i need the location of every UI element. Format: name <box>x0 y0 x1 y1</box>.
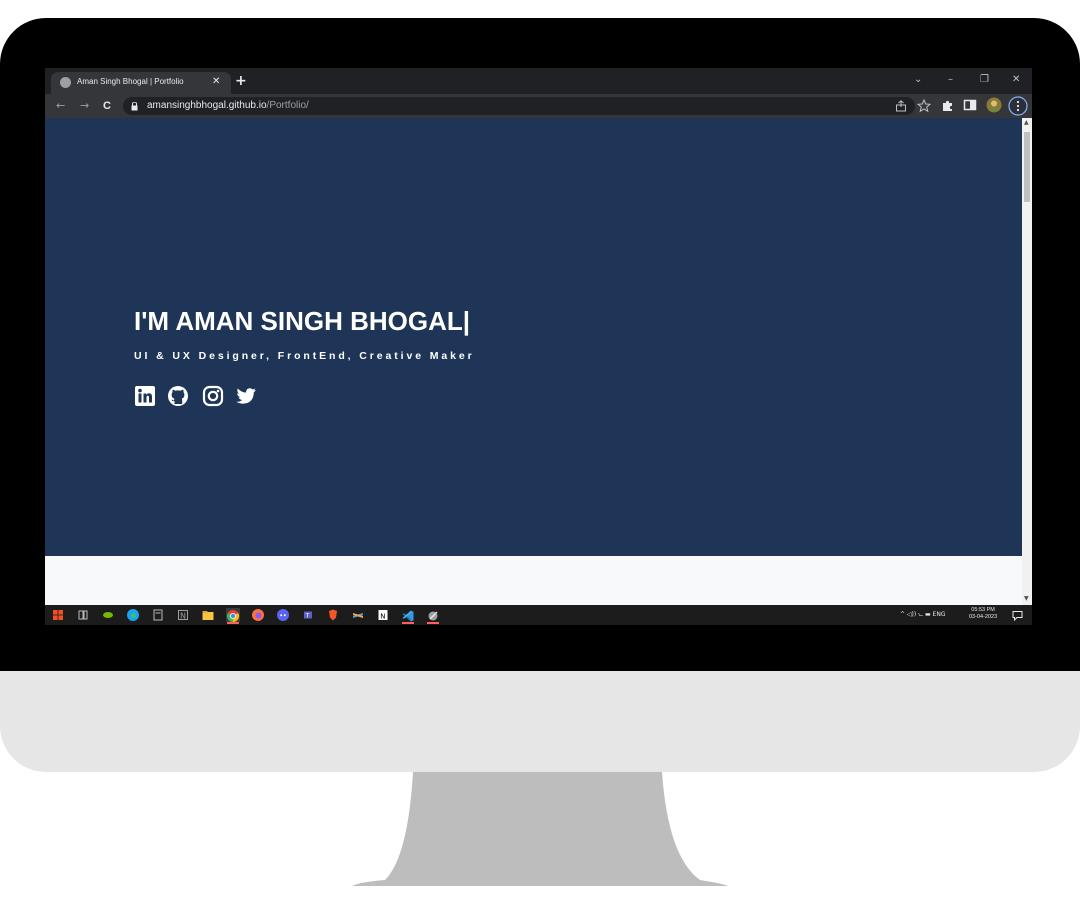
side-panel-icon[interactable] <box>963 98 977 112</box>
svg-text:N: N <box>180 612 186 621</box>
instagram-icon[interactable] <box>202 385 224 407</box>
firefox-icon[interactable] <box>251 608 265 622</box>
active-indicator <box>227 622 239 624</box>
url-text: amansinghbhogal.github.io/Portfolio/ <box>147 99 309 113</box>
app-icon <box>428 611 438 621</box>
share-icon[interactable] <box>895 100 907 112</box>
scroll-down-arrow-icon[interactable]: ▼ <box>1024 595 1029 603</box>
windows-taskbar: N T N ^ ◁)) ⦦ ▬ ENG 05:53 PM 03-04-2023 <box>45 605 1032 625</box>
monitor-stand <box>352 772 728 886</box>
more-menu-icon[interactable] <box>1008 96 1028 116</box>
url-host: amansinghbhogal.github.io <box>147 100 267 111</box>
profile-avatar[interactable] <box>986 97 1002 113</box>
tab-strip: Aman Singh Bhogal | Portfolio ✕ + ⌄ – ❐ … <box>45 68 1032 94</box>
back-button[interactable]: ← <box>56 98 65 114</box>
scroll-thumb[interactable] <box>1024 132 1030 202</box>
monitor-chin <box>0 671 1080 772</box>
edge-icon[interactable] <box>126 608 140 622</box>
reload-button[interactable]: C <box>103 98 111 114</box>
browser-toolbar: ← → C amansinghbhogal.github.io/Portfoli… <box>45 94 1032 118</box>
notification-icon[interactable] <box>1012 610 1023 621</box>
tab-search-chevron-icon[interactable]: ⌄ <box>914 73 922 87</box>
chrome-icon <box>226 610 240 622</box>
discord-icon[interactable] <box>276 608 290 622</box>
hero-section: I'M AMAN SINGH BHOGAL| UI & UX Designer,… <box>45 118 1022 556</box>
tab-title: Aman Singh Bhogal | Portfolio <box>77 77 184 86</box>
chrome-taskbar-button[interactable] <box>226 608 240 624</box>
screen: Aman Singh Bhogal | Portfolio ✕ + ⌄ – ❐ … <box>45 68 1032 625</box>
extensions-puzzle-icon[interactable] <box>941 98 955 112</box>
svg-text:T: T <box>305 613 310 620</box>
url-path: /Portfolio/ <box>266 100 309 111</box>
vscode-taskbar-button[interactable] <box>401 608 415 624</box>
minimize-button[interactable]: – <box>948 73 953 87</box>
teams-icon[interactable]: T <box>301 608 315 622</box>
vscode-icon <box>402 610 414 622</box>
web-page: I'M AMAN SINGH BHOGAL| UI & UX Designer,… <box>45 118 1022 625</box>
sublime-icon[interactable] <box>351 608 365 622</box>
forward-button[interactable]: → <box>80 98 89 114</box>
restore-button[interactable]: ❐ <box>980 73 989 87</box>
task-view-icon[interactable] <box>76 608 90 622</box>
active-indicator <box>402 622 414 624</box>
notion-icon[interactable]: N <box>176 608 190 622</box>
calculator-icon[interactable] <box>151 608 165 622</box>
nvidia-icon[interactable] <box>101 608 115 622</box>
file-explorer-icon[interactable] <box>201 608 215 622</box>
clock-time: 05:53 PM <box>971 607 995 613</box>
bookmark-star-icon[interactable] <box>917 99 931 113</box>
github-icon[interactable] <box>167 385 189 407</box>
hero-subtitle: UI & UX Designer, FrontEnd, Creative Mak… <box>134 350 475 362</box>
hero-title: I'M AMAN SINGH BHOGAL| <box>134 306 471 336</box>
svg-text:N: N <box>380 612 385 620</box>
clock-date: 03-04-2023 <box>969 614 998 620</box>
close-window-button[interactable]: ✕ <box>1012 73 1020 87</box>
lock-icon <box>131 102 138 111</box>
app-taskbar-button[interactable] <box>426 608 440 624</box>
twitter-icon[interactable] <box>235 385 257 407</box>
brave-icon[interactable] <box>326 608 340 622</box>
taskbar-clock[interactable]: 05:53 PM 03-04-2023 <box>969 607 997 621</box>
active-indicator <box>427 622 439 624</box>
windows-start-icon[interactable] <box>51 608 65 622</box>
scroll-up-arrow-icon[interactable]: ▲ <box>1024 119 1029 127</box>
system-tray[interactable]: ^ ◁)) ⦦ ▬ ENG <box>900 609 946 621</box>
page-scrollbar[interactable]: ▲ ▼ <box>1022 118 1032 605</box>
tab-close-icon[interactable]: ✕ <box>212 75 220 89</box>
globe-icon <box>60 77 71 88</box>
linkedin-icon[interactable] <box>134 385 156 407</box>
browser-tab[interactable]: Aman Singh Bhogal | Portfolio ✕ <box>51 72 231 94</box>
address-bar[interactable]: amansinghbhogal.github.io/Portfolio/ <box>123 97 931 115</box>
notion-app-icon[interactable]: N <box>376 608 390 622</box>
new-tab-button[interactable]: + <box>235 71 247 91</box>
